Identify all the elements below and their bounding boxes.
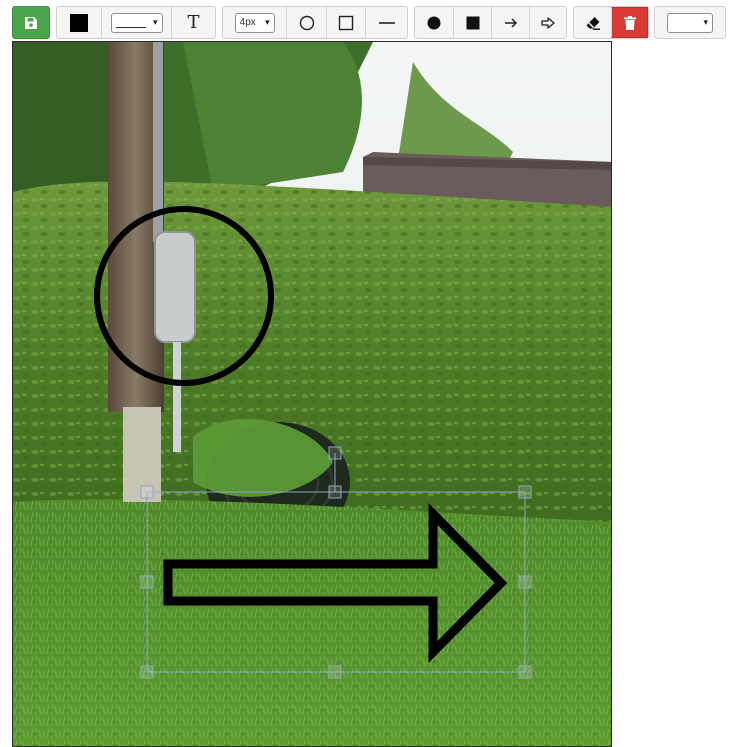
erase-group <box>573 6 649 39</box>
circle-tool-button[interactable] <box>286 7 326 38</box>
chevron-down-icon: ▾ <box>703 17 708 27</box>
drawing-canvas[interactable] <box>12 41 612 747</box>
color-picker-button[interactable] <box>57 7 101 38</box>
filled-square-icon <box>466 16 479 29</box>
canvas-svg <box>13 42 611 746</box>
text-icon: T <box>187 12 200 33</box>
line-style-select-wrap: ▾ <box>101 7 171 38</box>
trash-icon <box>623 15 636 30</box>
square-outline-icon <box>338 15 354 30</box>
circle-outline-icon <box>299 15 314 30</box>
resize-handle[interactable] <box>328 665 342 679</box>
chevron-down-icon: ▾ <box>265 17 270 27</box>
photo-background <box>13 42 611 746</box>
resize-handle[interactable] <box>140 665 154 679</box>
filled-circle-tool-button[interactable] <box>415 7 453 38</box>
stroke-width-select-wrap: 4px ▾ <box>223 7 286 38</box>
arrow-icon <box>504 17 517 28</box>
eraser-button[interactable] <box>574 7 611 38</box>
resize-handle[interactable] <box>328 485 342 499</box>
resize-handle[interactable] <box>140 485 154 499</box>
color-swatch <box>70 13 88 32</box>
line-icon <box>378 21 395 24</box>
line-tool-button[interactable] <box>365 7 407 38</box>
rotate-handle[interactable] <box>328 446 342 460</box>
filled-circle-icon <box>427 16 441 29</box>
filled-rectangle-tool-button[interactable] <box>453 7 491 38</box>
line-style-select[interactable]: ▾ <box>110 12 163 33</box>
stroke-style-group: ▾ T <box>56 6 216 39</box>
resize-handle[interactable] <box>140 575 154 589</box>
save-button[interactable] <box>12 6 50 39</box>
save-icon <box>25 16 37 29</box>
delete-button[interactable] <box>611 7 648 38</box>
filled-shape-group <box>414 6 567 39</box>
arrow-tool-button[interactable] <box>491 7 529 38</box>
font-select-group: ▾ <box>654 6 726 39</box>
toolbar: ▾ T 4px ▾ ▾ <box>0 6 740 40</box>
rectangle-tool-button[interactable] <box>325 7 366 38</box>
font-select[interactable]: ▾ <box>667 12 713 33</box>
shape-outline-group: 4px ▾ <box>222 6 408 39</box>
text-tool-button[interactable]: T <box>171 7 215 38</box>
resize-handle[interactable] <box>518 485 532 499</box>
chevron-down-icon: ▾ <box>152 17 158 27</box>
stroke-width-value: 4px <box>239 17 256 28</box>
eraser-icon <box>586 16 600 30</box>
resize-handle[interactable] <box>518 665 532 679</box>
outline-arrow-tool-button[interactable] <box>529 7 566 38</box>
resize-handle[interactable] <box>518 575 532 589</box>
outline-arrow-icon <box>541 16 555 29</box>
stroke-width-select[interactable]: 4px ▾ <box>234 12 275 33</box>
